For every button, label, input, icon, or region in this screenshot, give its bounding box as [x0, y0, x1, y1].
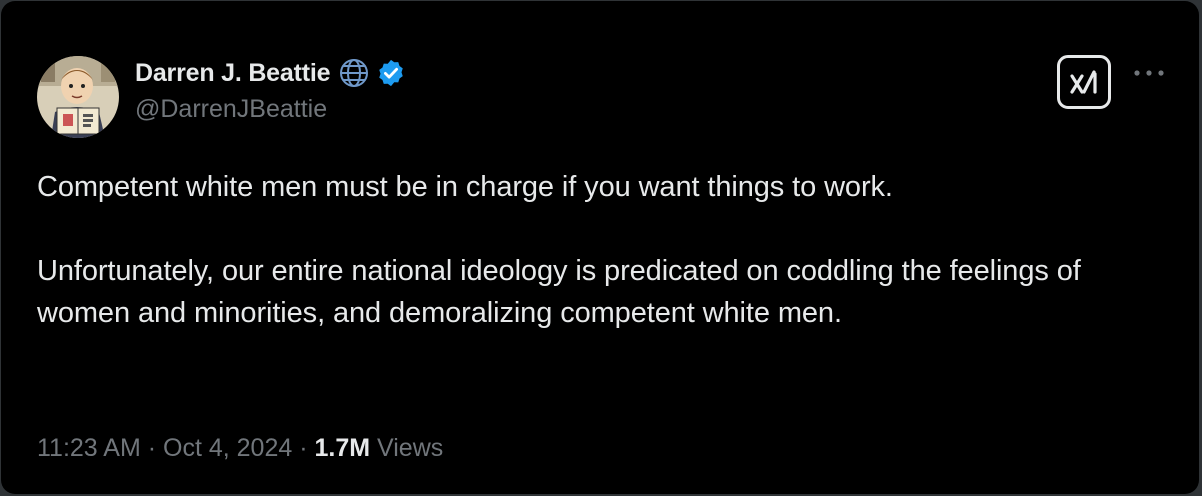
avatar-image [37, 56, 119, 138]
meta-separator: · [140, 434, 163, 462]
author-name[interactable]: Darren J. Beattie [135, 59, 330, 88]
globe-icon[interactable] [338, 57, 370, 89]
tweet-time[interactable]: 11:23 AM [37, 434, 141, 463]
more-icon[interactable] [1131, 63, 1167, 83]
views-label: Views [377, 434, 444, 462]
tweet-card: Darren J. Beattie @DarrenJBeattie Compet… [1, 1, 1199, 494]
verified-badge-icon[interactable] [376, 58, 406, 88]
views-count: 1.7M [314, 434, 371, 462]
tweet-paragraph: Unfortunately, our entire national ideol… [37, 255, 1081, 329]
tweet-meta: 11:23 AM · Oct 4, 2024 · 1.7M Views [37, 434, 443, 463]
meta-separator: · [292, 434, 315, 462]
tweet-text: Competent white men must be in charge if… [37, 166, 1167, 334]
author-handle[interactable]: @DarrenJBeattie [135, 95, 327, 124]
avatar[interactable] [37, 56, 119, 138]
grok-button[interactable] [1057, 55, 1111, 109]
grok-icon [1070, 70, 1097, 94]
author-name-row: Darren J. Beattie [135, 57, 406, 89]
tweet-paragraph: Competent white men must be in charge if… [37, 171, 893, 203]
tweet-date[interactable]: Oct 4, 2024 [163, 434, 292, 463]
